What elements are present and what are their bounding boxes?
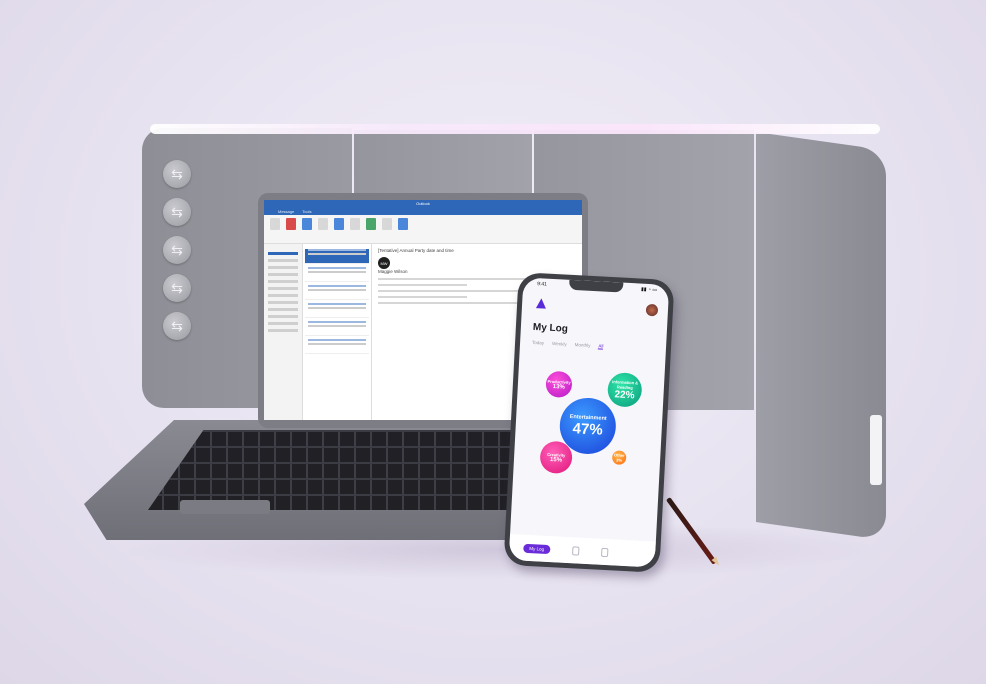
email-body-line bbox=[378, 284, 468, 286]
folder-item bbox=[268, 266, 298, 269]
panel-button-icon: ⇆ bbox=[163, 160, 191, 188]
privacy-panel-right bbox=[756, 132, 886, 541]
ribbon-icon bbox=[318, 218, 328, 230]
outlook-menu-tab: Message bbox=[278, 209, 295, 214]
ribbon-icon bbox=[286, 218, 296, 230]
status-indicators: ▮▮ ◔ ▭ bbox=[640, 286, 658, 294]
tab-today[interactable]: Today bbox=[532, 340, 544, 347]
ribbon-icon bbox=[382, 218, 392, 230]
panel-button-icon: ⇆ bbox=[163, 274, 191, 302]
message-item bbox=[305, 285, 369, 300]
panel-light-bar bbox=[150, 124, 880, 134]
status-time: 9:41 bbox=[537, 281, 548, 288]
email-body-line bbox=[378, 278, 537, 280]
laptop-trackpad bbox=[180, 500, 270, 514]
nav-bulb-icon[interactable] bbox=[571, 545, 580, 556]
panel-edge-strip bbox=[870, 415, 882, 485]
outlook-message-list bbox=[303, 244, 372, 420]
panel-button-icon: ⇆ bbox=[163, 236, 191, 264]
smartphone: 9:41 ▮▮ ◔ ▭ My Log Today Weekly Monthly … bbox=[503, 272, 675, 573]
email-body-line bbox=[378, 302, 537, 304]
folder-item bbox=[268, 329, 298, 332]
folder-item bbox=[268, 287, 298, 290]
folder-item bbox=[268, 322, 298, 325]
folder-item bbox=[268, 252, 298, 255]
phone-notch bbox=[568, 279, 624, 293]
nav-bell-icon[interactable] bbox=[600, 547, 609, 557]
product-scene: ⇆ ⇆ ⇆ ⇆ ⇆ Outlook Message Tools [Tentati… bbox=[0, 0, 986, 684]
profile-avatar[interactable] bbox=[645, 303, 659, 317]
bubble-percent: 3% bbox=[616, 457, 623, 463]
nav-my-log[interactable]: My Log bbox=[523, 543, 551, 554]
bubble-other[interactable]: Other 3% bbox=[611, 450, 627, 465]
bubble-percent: 15% bbox=[549, 456, 563, 464]
folder-item bbox=[268, 294, 298, 297]
folder-item bbox=[268, 259, 298, 262]
ribbon-icon bbox=[398, 218, 408, 230]
email-body-line bbox=[378, 290, 537, 292]
outlook-title-bar: Outlook bbox=[264, 200, 582, 208]
tab-all[interactable]: All bbox=[598, 343, 604, 350]
ribbon-icon bbox=[334, 218, 344, 230]
bottom-nav: My Log bbox=[508, 534, 656, 568]
ribbon-icon bbox=[302, 218, 312, 230]
message-item bbox=[305, 303, 369, 318]
message-item bbox=[305, 249, 369, 264]
folder-item bbox=[268, 273, 298, 276]
period-tabs: Today Weekly Monthly All bbox=[532, 340, 604, 350]
bubble-percent: 47% bbox=[572, 419, 604, 439]
ribbon-icon bbox=[366, 218, 376, 230]
bubble-productivity[interactable]: Productivity 13% bbox=[545, 370, 573, 399]
message-item bbox=[305, 321, 369, 336]
page-title: My Log bbox=[532, 321, 569, 335]
outlook-folder-pane bbox=[264, 244, 303, 420]
tab-weekly[interactable]: Weekly bbox=[552, 341, 567, 348]
panel-button-icon: ⇆ bbox=[163, 312, 191, 340]
email-subject: [Tentative] Annual Party date and time bbox=[378, 248, 454, 253]
folder-item bbox=[268, 301, 298, 304]
folder-item bbox=[268, 308, 298, 311]
bubble-percent: 22% bbox=[614, 388, 635, 401]
outlook-ribbon bbox=[264, 215, 582, 244]
message-item bbox=[305, 339, 369, 354]
sender-avatar: MW bbox=[378, 257, 390, 269]
panel-control-buttons: ⇆ ⇆ ⇆ ⇆ ⇆ bbox=[163, 160, 193, 350]
panel-button-icon: ⇆ bbox=[163, 198, 191, 226]
app-logo-icon bbox=[535, 298, 547, 309]
message-item bbox=[305, 267, 369, 282]
outlook-menu-tab: Tools bbox=[302, 209, 312, 214]
keyboard-rows bbox=[148, 430, 518, 510]
folder-item bbox=[268, 280, 298, 283]
phone-screen: 9:41 ▮▮ ◔ ▭ My Log Today Weekly Monthly … bbox=[508, 277, 670, 568]
tab-monthly[interactable]: Monthly bbox=[575, 342, 591, 349]
bubble-information[interactable]: Information & Reading 22% bbox=[606, 371, 643, 408]
bubble-percent: 13% bbox=[552, 383, 565, 391]
email-body-line bbox=[378, 296, 468, 298]
bubble-creativity[interactable]: Creativity 15% bbox=[539, 440, 573, 475]
outlook-menu: Message Tools bbox=[264, 208, 582, 215]
ribbon-icon bbox=[270, 218, 280, 230]
folder-item bbox=[268, 315, 298, 318]
ribbon-icon bbox=[350, 218, 360, 230]
